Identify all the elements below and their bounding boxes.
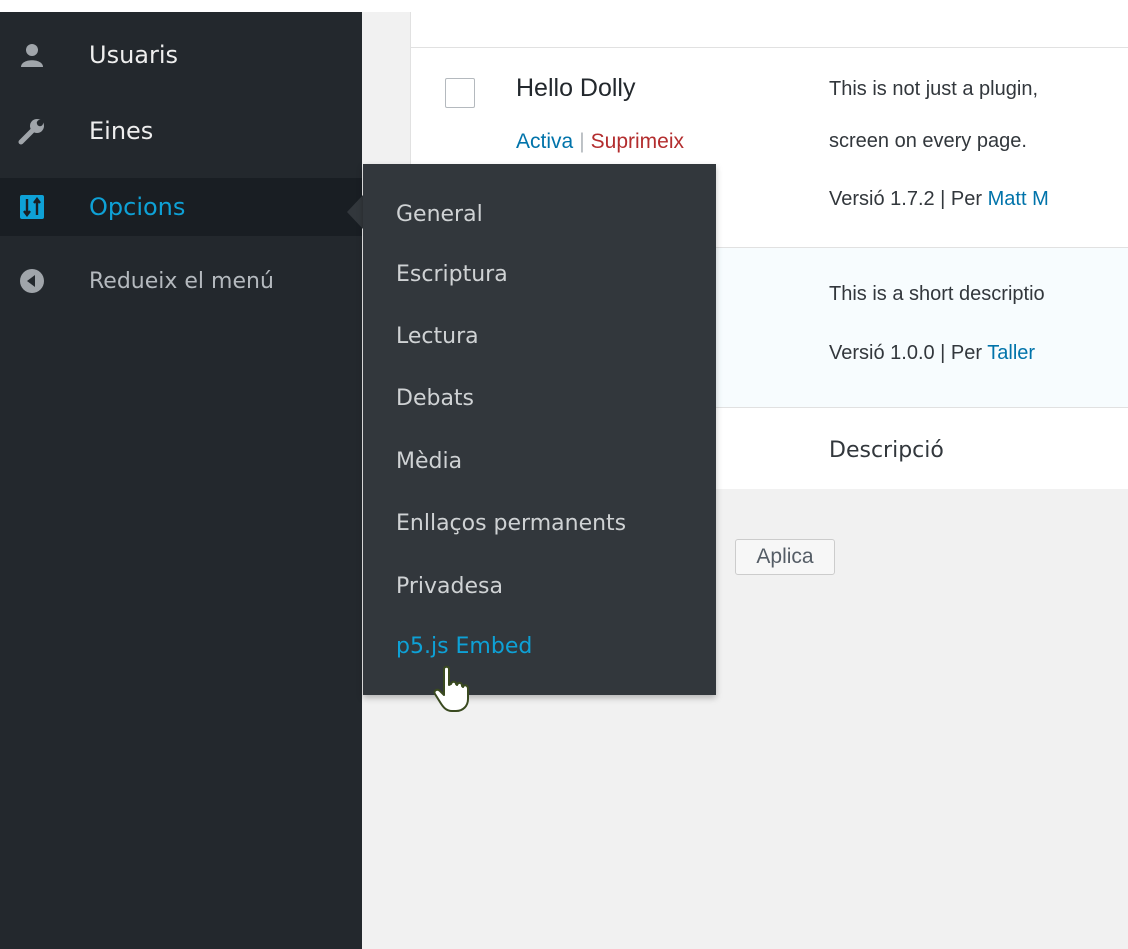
activate-link[interactable]: Activa: [516, 130, 573, 153]
submenu-item-discussion[interactable]: Debats: [396, 386, 474, 411]
plugin-meta: Versió 1.7.2 | Per Matt M: [829, 188, 1049, 211]
submenu-item-privacy[interactable]: Privadesa: [396, 574, 503, 599]
sidebar-item-label: Eines: [89, 117, 154, 145]
sidebar-item-settings[interactable]: Opcions: [0, 178, 362, 236]
action-separator: |: [579, 130, 585, 153]
submenu-item-reading[interactable]: Lectura: [396, 324, 479, 349]
collapse-menu-button[interactable]: Redueix el menú: [0, 252, 362, 310]
version-text: Versió 1.0.0 | Per: [829, 342, 988, 364]
plugin-description: screen on every page.: [829, 130, 1027, 152]
sidebar-item-label: Usuaris: [89, 41, 179, 69]
wrench-icon: [18, 117, 46, 145]
sidebar-item-label: Opcions: [89, 193, 186, 221]
plugin-description: This is a short descriptio: [829, 283, 1045, 305]
delete-link[interactable]: Suprimeix: [591, 130, 684, 153]
row-actions: Activa | Suprimeix: [516, 130, 684, 154]
version-text: Versió 1.7.2 | Per: [829, 188, 988, 210]
submenu-item-p5js-embed[interactable]: p5.js Embed: [396, 634, 532, 659]
author-link[interactable]: Taller: [987, 342, 1035, 364]
sidebar-item-tools[interactable]: Eines: [0, 102, 362, 160]
plugin-name: Hello Dolly: [516, 74, 636, 102]
settings-sliders-icon: [18, 193, 46, 221]
submenu-item-media[interactable]: Mèdia: [396, 449, 462, 474]
sidebar-item-users[interactable]: Usuaris: [0, 26, 362, 84]
submenu-item-permalinks[interactable]: Enllaços permanents: [396, 511, 626, 536]
hand-cursor-icon: [433, 665, 469, 712]
plugin-meta: Versió 1.0.0 | Per Taller: [829, 342, 1035, 365]
plugin-description: This is not just a plugin,: [829, 78, 1038, 100]
flyout-notch: [347, 195, 363, 229]
submenu-item-writing[interactable]: Escriptura: [396, 262, 508, 287]
author-link[interactable]: Matt M: [988, 188, 1049, 210]
collapse-arrow-icon: [18, 267, 46, 295]
settings-flyout-menu: General Escriptura Lectura Debats Mèdia …: [363, 164, 716, 695]
user-icon: [18, 41, 46, 69]
column-header-description[interactable]: Descripció: [829, 438, 944, 463]
submenu-item-general[interactable]: General: [396, 202, 483, 227]
row-checkbox[interactable]: [445, 78, 475, 108]
sidebar-item-label: Redueix el menú: [89, 268, 274, 294]
top-strip: [0, 0, 1128, 12]
admin-sidebar: Usuaris Eines Opcions Redueix el menú: [0, 12, 362, 949]
apply-button[interactable]: Aplica: [735, 539, 835, 575]
